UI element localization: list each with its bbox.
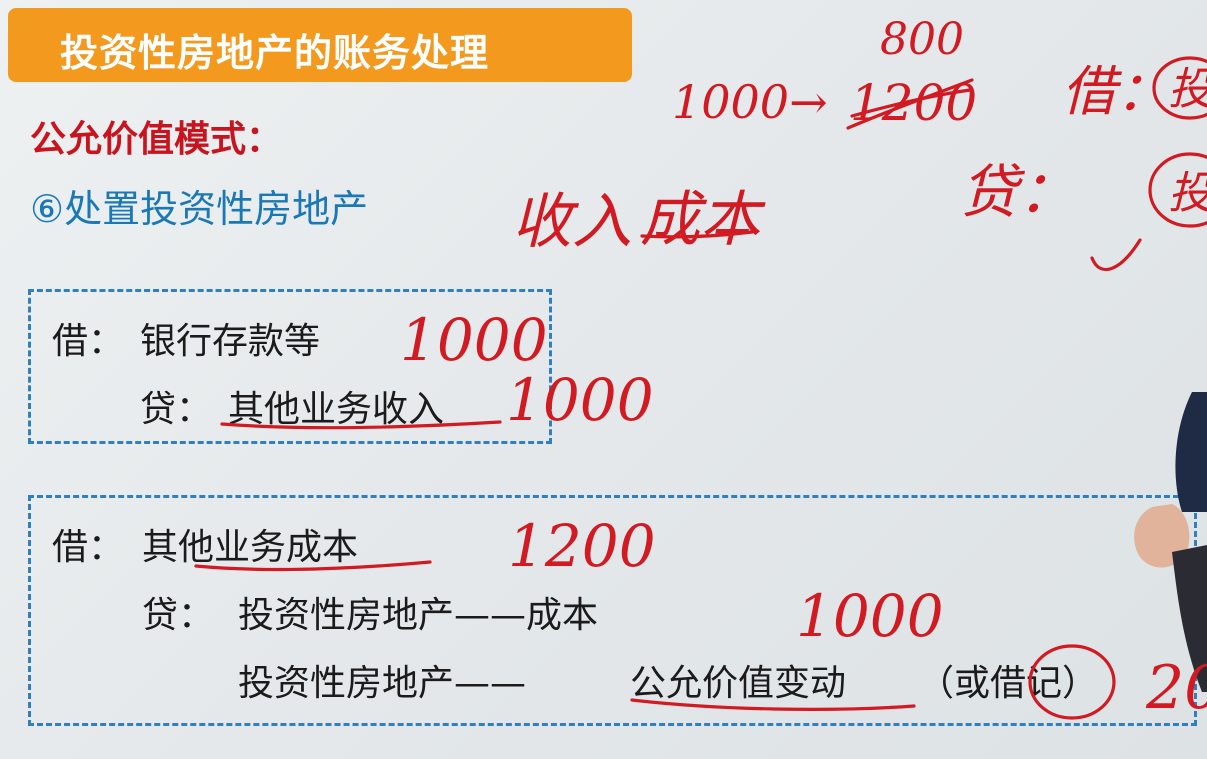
note-cost-word: 成本: [640, 185, 766, 255]
box2-credit-label: 贷：: [142, 595, 215, 636]
title-banner: 投资性房地产的账务处理: [8, 8, 632, 82]
box2-credit-line2-account: 公允价值变动: [630, 663, 847, 704]
note-credit-word: 贷：: [960, 158, 1076, 226]
page-title: 投资性房地产的账务处理: [60, 31, 490, 75]
box2-credit-line1: 投资性房地产——成本: [238, 595, 599, 636]
note-top-change-to: 1200: [850, 74, 977, 132]
box1-debit-account: 银行存款等: [140, 321, 321, 362]
underline-cost-word: [640, 230, 754, 239]
strike-1200: [846, 78, 974, 130]
note-income-word: 收入: [512, 187, 632, 257]
presenter-figure: [1134, 392, 1207, 692]
strike-1200-2: [850, 88, 972, 118]
box1-credit-account: 其他业务收入: [228, 389, 445, 430]
circle-debit: [1152, 56, 1207, 120]
box2-debit-label: 借：: [52, 527, 125, 568]
mode-heading: 公允价值模式：: [30, 119, 283, 160]
note-top-correction: 800: [880, 14, 964, 65]
note-top-change-from: 1000→: [672, 75, 828, 129]
box1-credit-label: 贷：: [140, 389, 213, 430]
step-heading: ⑥处置投资性房地产: [30, 187, 369, 231]
note-debit-word: 借：: [1062, 60, 1170, 123]
box2-credit-line2-note: （或借记）: [918, 663, 1099, 704]
note-debit-circled: 投: [1168, 64, 1207, 115]
check-mark: [1090, 238, 1142, 271]
box1-debit-label: 借：: [52, 321, 125, 362]
box2-debit-account: 其他业务成本: [142, 527, 359, 568]
box2-credit-line2-prefix: 投资性房地产——: [238, 663, 527, 704]
note-credit-circled: 投: [1168, 168, 1207, 219]
circle-credit: [1148, 152, 1207, 228]
